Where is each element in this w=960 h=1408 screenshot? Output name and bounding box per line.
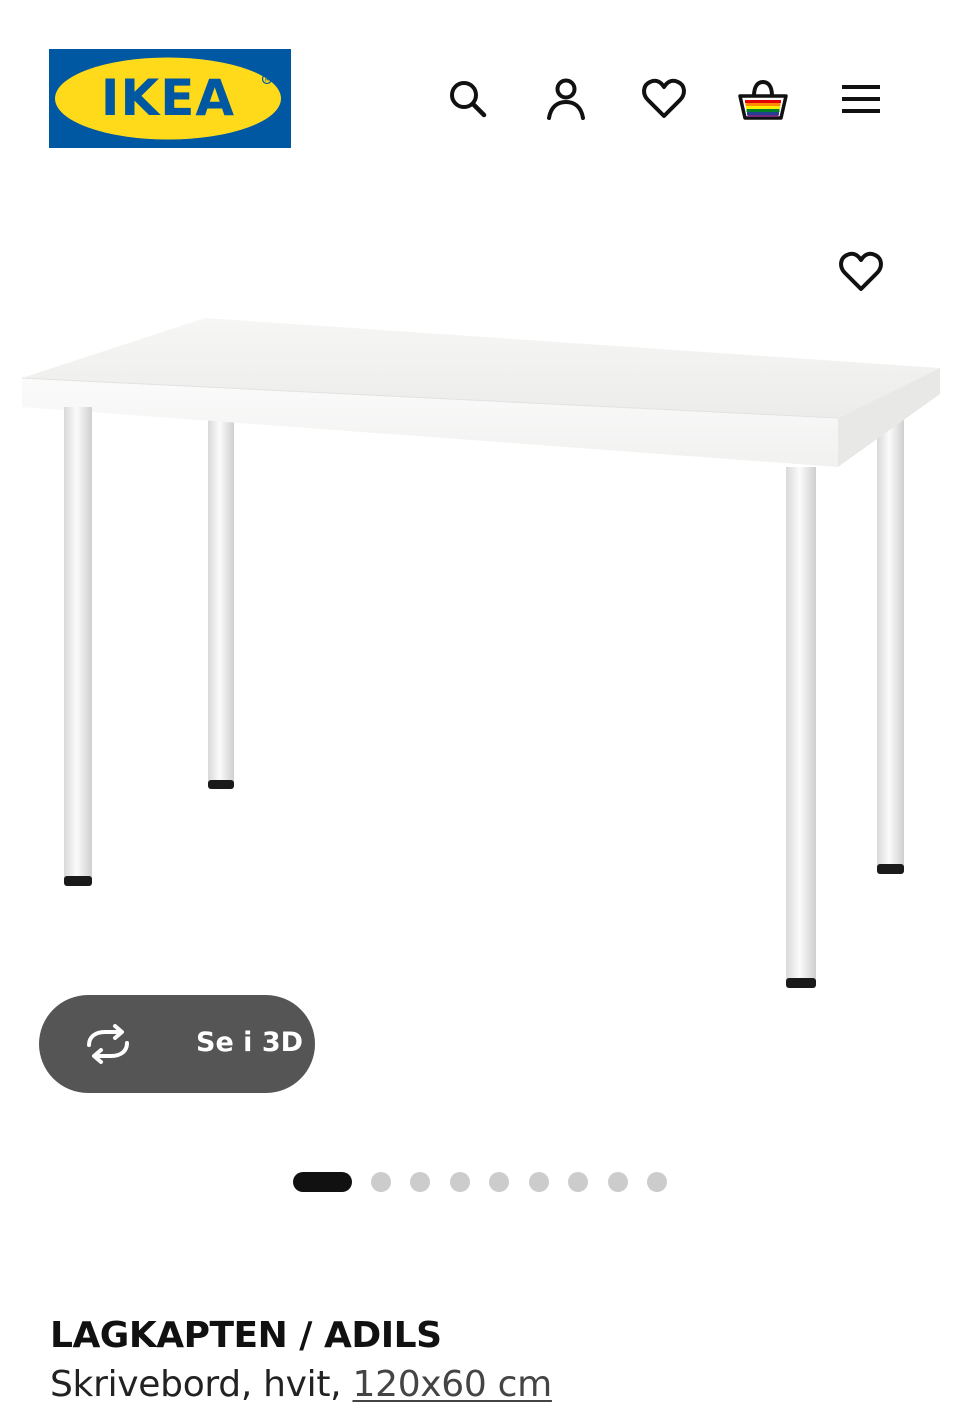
- ikea-logo[interactable]: IKEA R: [49, 49, 291, 148]
- carousel-dot-active[interactable]: [293, 1172, 352, 1192]
- product-image[interactable]: [0, 200, 960, 1120]
- svg-text:IKEA: IKEA: [101, 69, 235, 127]
- view-in-3d-button[interactable]: Se i 3D: [39, 995, 315, 1093]
- carousel-dot[interactable]: [450, 1172, 470, 1192]
- favourites-icon[interactable]: [634, 70, 694, 128]
- site-header: IKEA R: [0, 0, 960, 200]
- shopping-basket-icon[interactable]: [733, 70, 793, 128]
- account-icon[interactable]: [536, 70, 596, 128]
- carousel-dot[interactable]: [647, 1172, 667, 1192]
- carousel-dot[interactable]: [410, 1172, 430, 1192]
- add-to-favourites-button[interactable]: [834, 245, 888, 299]
- heart-icon: [839, 251, 883, 291]
- product-size-link[interactable]: 120x60 cm: [352, 1364, 552, 1405]
- product-description: Skrivebord, hvit, 120x60 cm: [50, 1362, 552, 1408]
- product-type-color: Skrivebord, hvit,: [50, 1364, 342, 1405]
- header-actions: [436, 70, 898, 128]
- view-in-3d-label: Se i 3D: [196, 1027, 304, 1058]
- menu-icon[interactable]: [831, 70, 891, 128]
- carousel-dot[interactable]: [568, 1172, 588, 1192]
- carousel-dot[interactable]: [489, 1172, 509, 1192]
- product-name: LAGKAPTEN / ADILS: [50, 1315, 442, 1356]
- carousel-dot[interactable]: [608, 1172, 628, 1192]
- image-carousel-indicators: [293, 1172, 673, 1192]
- svg-text:R: R: [265, 77, 269, 84]
- rotate-3d-icon: [87, 1024, 129, 1064]
- carousel-dot[interactable]: [371, 1172, 391, 1192]
- carousel-dot[interactable]: [529, 1172, 549, 1192]
- search-icon[interactable]: [438, 70, 498, 128]
